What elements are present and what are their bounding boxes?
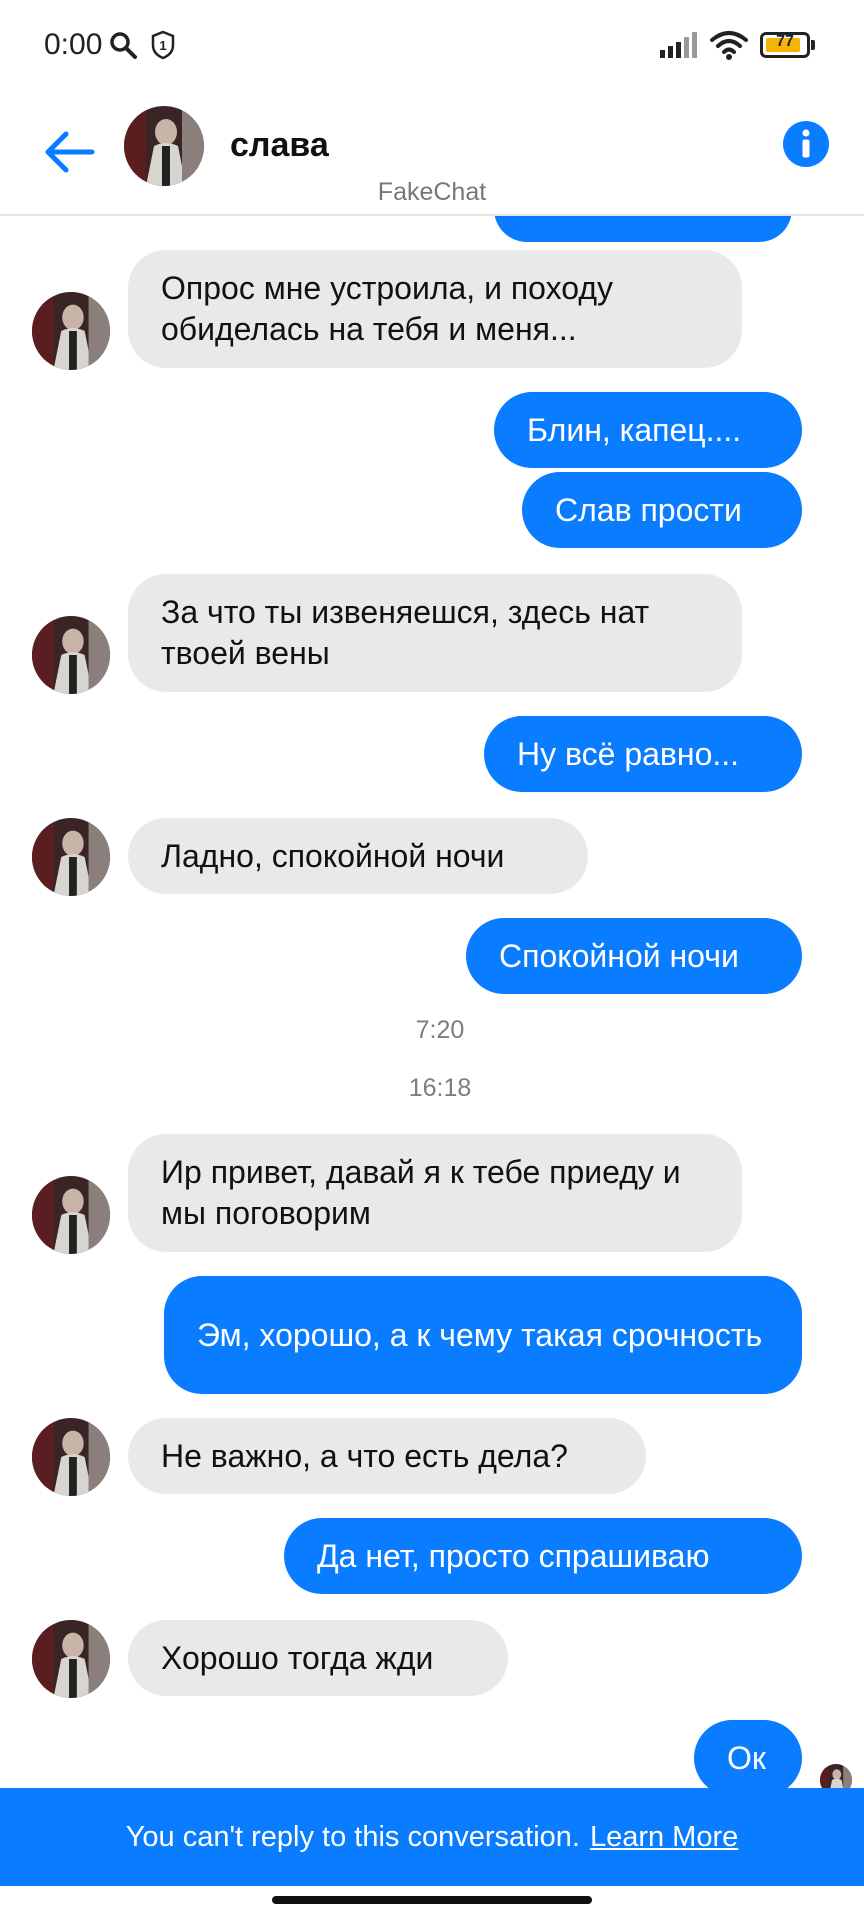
- reply-disabled-banner: You can't reply to this conversation. Le…: [0, 1788, 864, 1886]
- message-text: Опрос мне устроила, и походу обиделась н…: [161, 270, 614, 347]
- search-icon: [108, 30, 138, 65]
- message-text: Спокойной ночи: [499, 937, 739, 974]
- contact-name[interactable]: слава: [230, 126, 329, 165]
- avatar: [32, 1418, 110, 1496]
- shield-icon: 1: [150, 30, 176, 65]
- chat-screen: 0:00 1 77 слава FakeChat Опрос мне устро…: [0, 0, 864, 1920]
- message-bubble[interactable]: Хорошо тогда жди: [128, 1620, 508, 1696]
- message-bubble[interactable]: Не важно, а что есть дела?: [128, 1418, 646, 1494]
- message-text: Блин, капец....: [527, 411, 742, 448]
- message-text: Ну всё равно...: [517, 735, 740, 772]
- message-text: Эм, хорошо, а к чему такая срочность: [197, 1316, 763, 1353]
- info-icon[interactable]: [782, 120, 830, 168]
- message-bubble[interactable]: За что ты извеняешся, здесь нат твоей ве…: [128, 574, 742, 692]
- message-text: Ок: [727, 1739, 766, 1776]
- message-bubble[interactable]: Эм, хорошо, а к чему такая срочность: [164, 1276, 802, 1394]
- message-text: За что ты извеняешся, здесь нат твоей ве…: [161, 594, 650, 671]
- timestamp: 7:20: [415, 1016, 465, 1044]
- wifi-icon: [710, 30, 748, 65]
- message-bubble[interactable]: Слав прости: [522, 472, 802, 548]
- message-bubble[interactable]: Ир привет, давай я к тебе приеду и мы по…: [128, 1134, 742, 1252]
- status-time: 0:00: [44, 28, 103, 61]
- message-text: Да нет, просто спрашиваю: [317, 1537, 710, 1574]
- message-bubble-partial: [494, 216, 792, 242]
- chat-header: слава FakeChat: [0, 92, 864, 216]
- learn-more-link[interactable]: Learn More: [590, 1821, 738, 1854]
- avatar: [32, 1176, 110, 1254]
- message-bubble[interactable]: Опрос мне устроила, и походу обиделась н…: [128, 250, 742, 368]
- back-arrow-icon[interactable]: [40, 122, 100, 182]
- message-bubble[interactable]: Ну всё равно...: [484, 716, 802, 792]
- header-subtitle: FakeChat: [377, 178, 487, 206]
- message-text: Не важно, а что есть дела?: [161, 1437, 568, 1474]
- signal-icon: [660, 32, 700, 63]
- message-bubble[interactable]: Ладно, спокойной ночи: [128, 818, 588, 894]
- battery-level: 77: [776, 33, 794, 50]
- avatar: [32, 616, 110, 694]
- message-bubble[interactable]: Ок: [694, 1720, 802, 1788]
- message-bubble[interactable]: Спокойной ночи: [466, 918, 802, 994]
- timestamp: 16:18: [408, 1074, 472, 1102]
- read-receipt-avatar: [820, 1764, 852, 1788]
- message-text: Хорошо тогда жди: [161, 1639, 434, 1676]
- battery-icon: 77: [760, 32, 816, 58]
- avatar: [32, 292, 110, 370]
- message-list[interactable]: Опрос мне устроила, и походу обиделась н…: [0, 216, 864, 1788]
- message-bubble[interactable]: Блин, капец....: [494, 392, 802, 468]
- message-bubble[interactable]: Да нет, просто спрашиваю: [284, 1518, 802, 1594]
- reply-notice: You can't reply to this conversation.: [125, 1820, 580, 1853]
- avatar[interactable]: [124, 106, 204, 186]
- svg-text:1: 1: [159, 38, 166, 53]
- home-indicator[interactable]: [272, 1896, 592, 1904]
- avatar: [32, 1620, 110, 1698]
- message-text: Ладно, спокойной ночи: [161, 837, 505, 874]
- message-text: Слав прости: [555, 491, 742, 528]
- avatar: [32, 818, 110, 896]
- message-text: Ир привет, давай я к тебе приеду и мы по…: [161, 1154, 681, 1231]
- status-bar: 0:00 1 77: [0, 0, 864, 92]
